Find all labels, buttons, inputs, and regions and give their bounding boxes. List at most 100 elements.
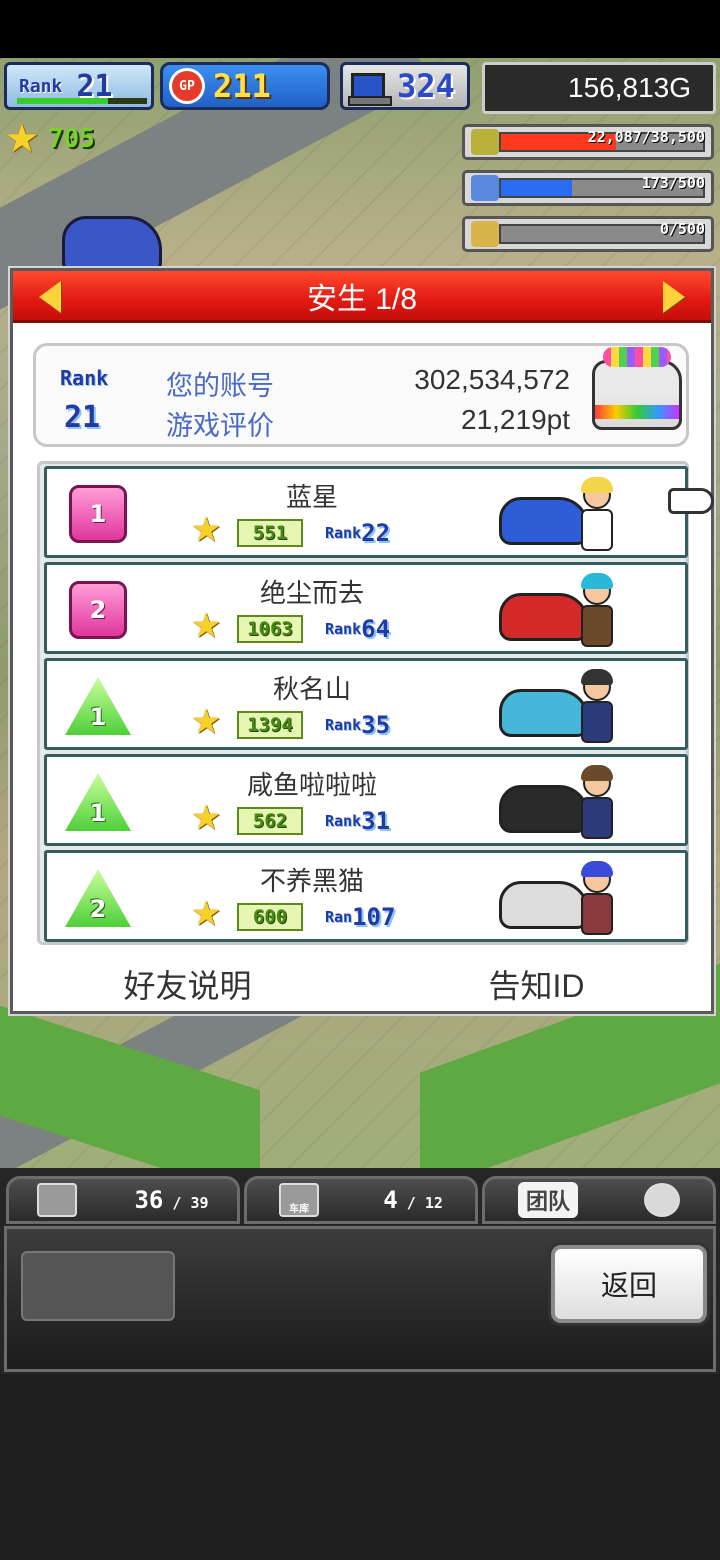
friend-rank-label: Rank: [325, 812, 362, 830]
storage-value: 36: [134, 1186, 164, 1214]
dialog-footer: 好友说明 告知ID: [13, 961, 711, 1007]
coin-resource-text: 22,087/38,500: [587, 128, 705, 146]
share-id-button[interactable]: 告知ID: [362, 961, 711, 1007]
rank-progress-bar: [17, 98, 147, 104]
bottom-panel: 返回: [4, 1226, 716, 1372]
friend-rank: Rank 22: [325, 519, 390, 547]
friend-rank-value: 107: [352, 903, 396, 931]
prev-page-arrow-icon[interactable]: [39, 281, 61, 313]
star-icon: ★: [191, 702, 222, 742]
friend-rank: Rank 35: [325, 711, 390, 739]
car-sprite: [499, 785, 589, 833]
friend-row[interactable]: 2 不养黑猫 ★ 600 Ran 107: [44, 850, 688, 942]
empty-slot: [21, 1251, 175, 1321]
fuel-resource-text: 173/500: [641, 174, 705, 192]
star-icon: ★: [191, 894, 222, 934]
friend-rank: Rank 64: [325, 615, 390, 643]
friend-row[interactable]: 1 秋名山 ★ 1394 Rank 35: [44, 658, 688, 750]
storage-max: 39: [190, 1194, 209, 1212]
friend-row[interactable]: 1 蓝星 ★ 551 Rank 22: [44, 466, 688, 558]
coin-icon: [471, 129, 499, 155]
friend-stars: 551: [237, 519, 303, 547]
friend-rank-label: Rank: [325, 524, 362, 542]
tab-garage[interactable]: 车库 4 / 12: [244, 1176, 478, 1224]
pc-value: 324: [397, 67, 455, 105]
tab-team[interactable]: 团队: [482, 1176, 716, 1224]
friend-name: 咸鱼啦啦啦: [246, 770, 377, 800]
friend-row[interactable]: 2 绝尘而去 ★ 1063 Rank 64: [44, 562, 688, 654]
friend-name: 蓝星: [285, 482, 338, 512]
rating-value: 21,219pt: [461, 404, 570, 435]
friend-stars: 1063: [237, 615, 303, 643]
star-icon: ★: [4, 116, 40, 162]
friend-name: 秋名山: [272, 674, 351, 704]
friend-stars: 562: [237, 807, 303, 835]
friend-list: 1 蓝星 ★ 551 Rank 22 2 绝尘而去 ★ 1063 Rank 64…: [37, 461, 689, 945]
league-badge: 2: [69, 581, 127, 639]
car-sprite: [62, 216, 162, 276]
star-value: 705: [47, 124, 95, 154]
garage-icon-label: 车库: [289, 1204, 310, 1215]
rank-display: Rank 21: [4, 62, 154, 110]
dialog-header: 安生 1/8: [13, 271, 711, 323]
rank-label: Rank: [19, 75, 63, 97]
friend-name: 不养黑猫: [259, 866, 364, 896]
car-sprite: [499, 689, 589, 737]
wheat-resource-bar: 0/500: [462, 216, 714, 252]
friend-rank-value: 31: [361, 807, 391, 835]
star-counter: ★ 705: [4, 116, 95, 162]
badge-number: 1: [89, 703, 107, 731]
bottom-bar: 36 / 39 车库 4 / 12 团队 返回: [0, 1168, 720, 1374]
wheat-resource-text: 0/500: [659, 220, 705, 238]
character-sprite: [577, 475, 617, 555]
garage-value: 4: [383, 1186, 398, 1214]
league-badge: 1: [69, 485, 127, 543]
friend-rank-label: Ran: [325, 908, 353, 926]
back-button[interactable]: 返回: [551, 1245, 707, 1323]
gp-display[interactable]: GP 211: [160, 62, 330, 110]
friend-rank: Ran 107: [325, 903, 395, 931]
crate-icon: [37, 1183, 78, 1217]
fuel-icon: [471, 175, 499, 201]
friend-stars: 1394: [237, 711, 303, 739]
league-badge: 1: [65, 677, 131, 735]
friend-rank-label: Rank: [325, 620, 362, 638]
car-sprite: [499, 881, 589, 929]
character-sprite: [577, 667, 617, 747]
fuel-resource-bar: 173/500: [462, 170, 714, 206]
friend-help-button[interactable]: 好友说明: [13, 961, 362, 1007]
character-sprite: [577, 859, 617, 939]
player-bus-sprite: [592, 347, 682, 430]
badge-number: 1: [89, 500, 107, 528]
car-sprite: [499, 497, 589, 545]
friend-rank-value: 22: [361, 519, 391, 547]
coin-resource-bar: 22,087/38,500: [462, 124, 714, 160]
money-display: 156,813G: [482, 62, 716, 114]
garage-max: 12: [424, 1194, 443, 1212]
friend-name: 绝尘而去: [259, 578, 364, 608]
gp-icon: GP: [169, 68, 205, 104]
friend-stars: 600: [237, 903, 303, 931]
tab-storage[interactable]: 36 / 39: [6, 1176, 240, 1224]
pc-display[interactable]: 324: [340, 62, 470, 110]
friend-row[interactable]: 1 咸鱼啦啦啦 ★ 562 Rank 31: [44, 754, 688, 846]
team-tab-label: 团队: [517, 1182, 578, 1218]
account-summary: Rank 21 您的账号 302,534,572 游戏评价 21,219pt: [33, 343, 689, 447]
dialog-title: 安生 1/8: [306, 282, 418, 316]
account-id-value: 302,534,572: [414, 364, 570, 395]
next-page-arrow-icon[interactable]: [663, 281, 685, 313]
friend-rank-value: 64: [361, 615, 391, 643]
computer-icon: [348, 73, 392, 106]
garage-car-icon: 车库: [279, 1183, 320, 1217]
rating-label: 游戏评价: [166, 411, 274, 441]
account-rank-label: Rank: [60, 366, 109, 390]
star-icon: ★: [191, 510, 222, 550]
wheat-icon: [471, 221, 499, 247]
account-rank-value: 21: [64, 400, 101, 435]
gp-value: 211: [213, 67, 271, 105]
character-sprite: [577, 763, 617, 843]
account-id-label: 您的账号: [166, 371, 274, 401]
nav-area: [0, 1374, 720, 1560]
team-member-icon: [643, 1183, 680, 1217]
pointer-hand-icon: [668, 488, 714, 514]
